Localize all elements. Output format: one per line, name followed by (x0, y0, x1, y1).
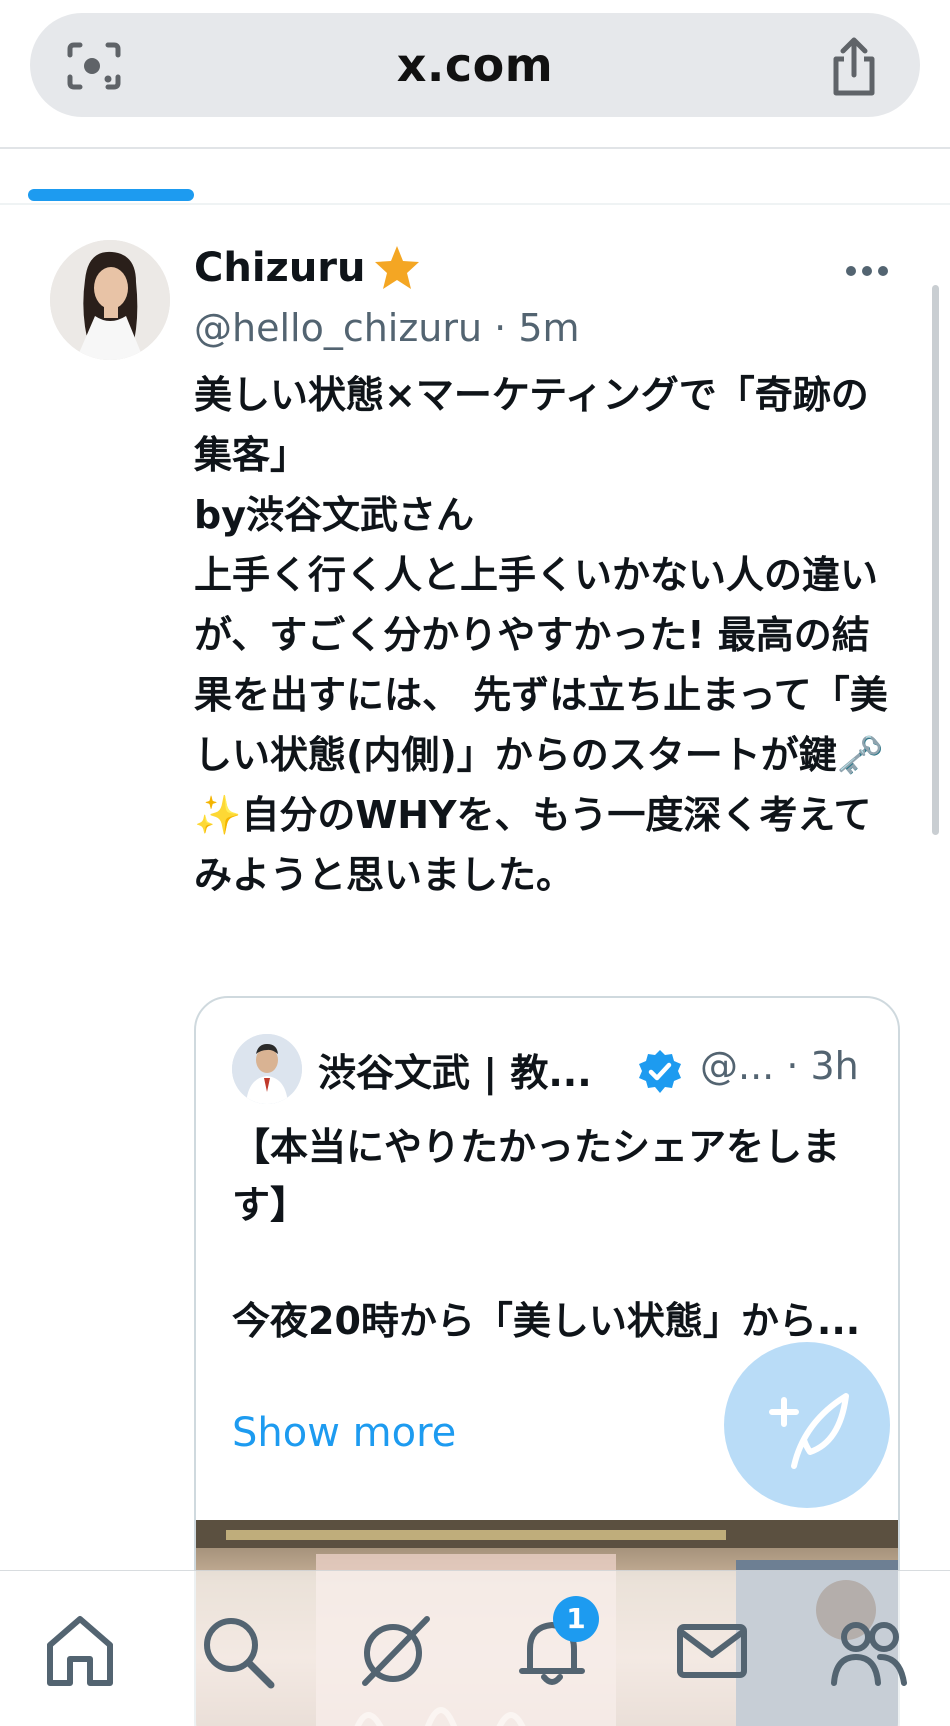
more-dot (878, 266, 888, 276)
quote-avatar[interactable] (232, 1034, 302, 1104)
more-dot (862, 266, 872, 276)
more-options-icon[interactable] (846, 256, 896, 286)
quote-avatar-image (232, 1034, 302, 1104)
header-divider (0, 147, 950, 149)
bottom-navigation (0, 1570, 950, 1726)
more-dot (846, 266, 856, 276)
compose-feather-icon (769, 1393, 849, 1469)
communities-icon[interactable] (828, 1611, 908, 1691)
tweet-author-name[interactable]: Chizuru (194, 243, 422, 293)
search-icon[interactable] (197, 1611, 277, 1691)
author-name[interactable]: Chizuru (194, 245, 366, 291)
show-more-link[interactable]: Show more (232, 1410, 456, 1456)
avatar-image (50, 240, 170, 360)
compose-button[interactable] (724, 1342, 890, 1508)
tab-divider (0, 203, 950, 205)
address-bar[interactable]: x.com (30, 13, 920, 117)
home-icon[interactable] (40, 1611, 120, 1691)
verified-badge-icon (639, 1050, 681, 1093)
mail-icon[interactable] (672, 1611, 752, 1691)
tab-indicator (28, 189, 194, 201)
star-icon (374, 246, 419, 289)
scrollbar[interactable] (932, 285, 939, 835)
quote-author-name[interactable]: 渋谷文武 | 教... (318, 1042, 592, 1097)
quote-handle-time[interactable]: @... · 3h (700, 1044, 859, 1088)
grok-icon[interactable] (355, 1611, 435, 1691)
avatar[interactable] (50, 240, 170, 360)
quote-text: 【本当にやりたかったシェアをします】 今夜20時から「美しい状態」から... (232, 1125, 861, 1343)
url-text[interactable]: x.com (30, 13, 920, 117)
tweet-text: 美しい状態×マーケティングで「奇跡の集客」 by渋谷文武さん 上手く行く人と上手… (194, 373, 888, 897)
tweet-handle-time[interactable]: @hello_chizuru · 5m (194, 306, 580, 350)
notification-count-badge: 1 (553, 1596, 599, 1642)
share-icon[interactable] (826, 37, 882, 97)
